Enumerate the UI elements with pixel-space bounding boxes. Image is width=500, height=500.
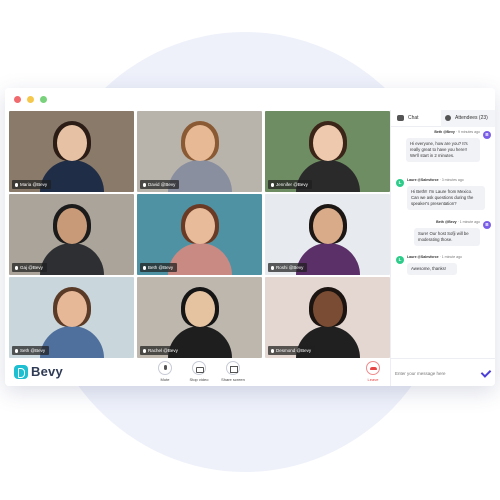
- participant-name: Seth @Bevy: [20, 348, 46, 353]
- participant-name-tag: Rachel @Bevy: [140, 346, 182, 355]
- participant-name: Roshi @Bevy: [276, 265, 304, 270]
- message-meta: Beth @Bevy · 9 minutes ago: [434, 130, 480, 134]
- message-time: 1 minute ago: [441, 255, 462, 259]
- video-grid: Maria @Bevy David @Bevy Jennifer @Bevy Gaj …: [9, 111, 390, 358]
- participant-face: [312, 208, 343, 244]
- participant-name: Jennifer @Bevy: [276, 182, 308, 187]
- share-screen-button[interactable]: Share screen: [213, 361, 253, 382]
- participant-name: Desmond @Bevy: [276, 348, 312, 353]
- participant-face: [56, 291, 87, 327]
- bevy-logo-text: Bevy: [31, 364, 63, 379]
- video-camera-icon: [192, 361, 206, 375]
- message-meta: Laure @Salesforce · 1 minute ago: [407, 255, 462, 259]
- app-window: Maria @Bevy David @Bevy Jennifer @Bevy Gaj …: [5, 88, 495, 386]
- share-screen-label: Share screen: [221, 377, 245, 382]
- tab-attendees-label: Attendees (23): [455, 115, 488, 121]
- participant-name-tag: David @Bevy: [140, 180, 180, 189]
- video-tile[interactable]: Desmond @Bevy: [265, 277, 390, 358]
- participant-name-tag: Seth @Bevy: [12, 346, 50, 355]
- participant-face: [56, 208, 87, 244]
- mic-status-icon: [143, 265, 146, 270]
- message-time: 1 minute ago: [459, 220, 480, 224]
- participant-name-tag: Maria @Bevy: [12, 180, 52, 189]
- participant-face: [184, 291, 215, 327]
- minimize-window-dot[interactable]: [27, 96, 34, 103]
- mic-status-icon: [271, 182, 274, 187]
- avatar: L: [396, 256, 404, 264]
- message-sender: Laure @Salesforce: [407, 178, 439, 182]
- mic-status-icon: [15, 348, 18, 353]
- mic-status-icon: [143, 182, 146, 187]
- chat-input-bar: [391, 358, 495, 386]
- people-icon: [445, 115, 451, 121]
- message-bubble: Hi Beth!! I'm Laure from Mexico. Can we …: [407, 186, 485, 210]
- video-tile[interactable]: Roshi @Bevy: [265, 194, 390, 275]
- message-sender: Beth @Bevy: [434, 130, 455, 134]
- bevy-logo: Bevy: [14, 364, 74, 380]
- video-tile[interactable]: Seth @Bevy: [9, 277, 134, 358]
- chat-panel: Chat Attendees (23) Beth @Bevy · 9 minut…: [390, 110, 495, 386]
- mic-status-icon: [271, 348, 274, 353]
- chat-message-input[interactable]: [395, 367, 475, 379]
- message-meta: Laure @Salesforce · 3 minutes ago: [407, 178, 464, 182]
- hang-up-icon: [366, 361, 380, 375]
- participant-name: Beth @Bevy: [148, 265, 174, 270]
- tab-chat[interactable]: Chat: [391, 110, 441, 127]
- participant-face: [312, 125, 343, 161]
- microphone-icon: [158, 361, 172, 375]
- mic-status-icon: [143, 348, 146, 353]
- video-tile[interactable]: Gaj @Bevy: [9, 194, 134, 275]
- avatar: L: [396, 179, 404, 187]
- participant-name: David @Bevy: [148, 182, 176, 187]
- video-tile[interactable]: Rachel @Bevy: [137, 277, 262, 358]
- tab-chat-label: Chat: [408, 115, 419, 121]
- message-sender: Laure @Salesforce: [407, 255, 439, 259]
- message-bubble: Hi everyone, how are you? It's really gr…: [406, 138, 480, 162]
- message-sender: Beth @Bevy: [436, 220, 457, 224]
- video-tile[interactable]: Beth @Bevy: [137, 194, 262, 275]
- bevy-logo-icon: [14, 365, 28, 379]
- share-screen-icon: [226, 361, 240, 375]
- participant-name: Rachel @Bevy: [148, 348, 178, 353]
- message-bubble: Sure! Our host Sofji will be moderating …: [414, 228, 480, 246]
- maximize-window-dot[interactable]: [40, 96, 47, 103]
- participant-name-tag: Jennifer @Bevy: [268, 180, 312, 189]
- participant-name-tag: Beth @Bevy: [140, 263, 178, 272]
- participant-name: Maria @Bevy: [20, 182, 48, 187]
- participant-face: [312, 291, 343, 327]
- meeting-toolbar: Bevy Mute Stop video Share screen Leave: [5, 358, 390, 386]
- title-bar: [5, 88, 495, 110]
- chat-bubble-icon: [397, 115, 404, 121]
- leave-label: Leave: [367, 377, 379, 382]
- participant-name-tag: Desmond @Bevy: [268, 346, 316, 355]
- participant-face: [56, 125, 87, 161]
- video-tile[interactable]: Maria @Bevy: [9, 111, 134, 192]
- participant-name-tag: Roshi @Bevy: [268, 263, 308, 272]
- participant-name: Gaj @Bevy: [20, 265, 43, 270]
- participant-face: [184, 208, 215, 244]
- close-window-dot[interactable]: [14, 96, 21, 103]
- chat-tabs: Chat Attendees (23): [391, 110, 495, 127]
- message-time: 9 minutes ago: [458, 130, 480, 134]
- avatar: B: [483, 131, 491, 139]
- message-meta: Beth @Bevy · 1 minute ago: [436, 220, 480, 224]
- message-time: 3 minutes ago: [441, 178, 464, 182]
- send-icon[interactable]: [480, 366, 492, 378]
- participant-name-tag: Gaj @Bevy: [12, 263, 47, 272]
- tab-attendees[interactable]: Attendees (23): [441, 110, 495, 127]
- video-tile[interactable]: Jennifer @Bevy: [265, 111, 390, 192]
- participant-face: [184, 125, 215, 161]
- mic-status-icon: [15, 265, 18, 270]
- mic-status-icon: [271, 265, 274, 270]
- avatar: B: [483, 221, 491, 229]
- leave-button[interactable]: Leave: [353, 361, 393, 382]
- message-bubble: Awesome, thanks!: [407, 263, 457, 275]
- mic-status-icon: [15, 182, 18, 187]
- video-tile[interactable]: David @Bevy: [137, 111, 262, 192]
